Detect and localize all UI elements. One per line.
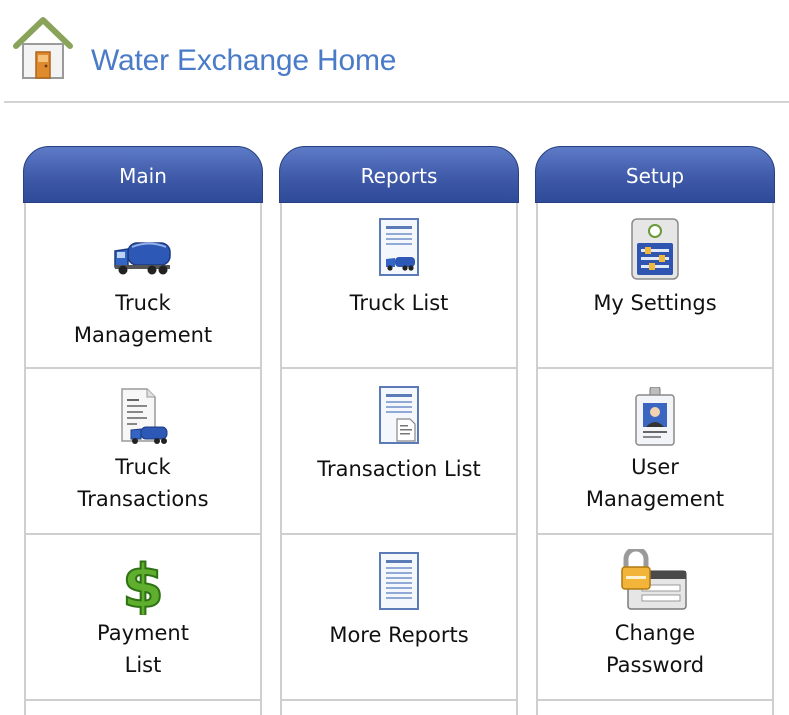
change-password-button[interactable]: Change Password xyxy=(538,535,772,701)
panel-body-reports: Truck List Transaction List More Reports xyxy=(280,203,518,715)
settings-icon xyxy=(629,217,681,285)
change-password-icon xyxy=(620,546,690,617)
truck-transaction-icon xyxy=(117,387,169,449)
report-icon xyxy=(377,551,421,615)
panel-setup: Setup My Settings User Management Change… xyxy=(535,146,775,715)
dollar-icon: $ xyxy=(119,551,167,623)
transaction-list-button[interactable]: Transaction List xyxy=(282,369,516,535)
page-title: Water Exchange Home xyxy=(91,44,397,77)
truck-management-button[interactable]: Truck Management xyxy=(26,203,260,369)
truck-transactions-label: Truck Transactions xyxy=(77,455,209,511)
change-password-label: Change Password xyxy=(605,621,705,677)
truck-management-label: Truck Management xyxy=(73,291,213,347)
my-settings-label: My Settings xyxy=(593,291,717,315)
panel-body-main: Truck Management Truck Transactions $ Pa… xyxy=(24,203,262,715)
panel-header-setup: Setup xyxy=(535,146,775,203)
transaction-list-label: Transaction List xyxy=(317,457,481,481)
home-icon[interactable] xyxy=(10,14,76,82)
payment-list-button[interactable]: $ Payment List xyxy=(26,535,260,701)
truck-list-label: Truck List xyxy=(349,291,449,315)
panel-main: Main Truck Management Truck Transactions… xyxy=(23,146,263,715)
user-management-label: User Management xyxy=(585,455,725,511)
payment-list-label: Payment List xyxy=(97,621,189,677)
user-badge-icon xyxy=(633,386,677,451)
panel-body-setup: My Settings User Management Change Passw… xyxy=(536,203,774,715)
my-settings-button[interactable]: My Settings xyxy=(538,203,772,369)
header-divider xyxy=(4,101,789,103)
truck-transactions-button[interactable]: Truck Transactions xyxy=(26,369,260,535)
user-management-button[interactable]: User Management xyxy=(538,369,772,535)
transaction-list-icon xyxy=(377,385,421,449)
panel-header-reports: Reports xyxy=(279,146,519,203)
more-reports-button[interactable]: More Reports xyxy=(282,535,516,701)
more-reports-label: More Reports xyxy=(329,623,469,647)
svg-text:$: $ xyxy=(122,553,164,615)
truck-icon xyxy=(112,237,174,281)
panel-header-main: Main xyxy=(23,146,263,203)
truck-list-button[interactable]: Truck List xyxy=(282,203,516,369)
panel-reports: Reports Truck List Transaction List More… xyxy=(279,146,519,715)
truck-list-icon xyxy=(377,217,421,281)
page-header: Water Exchange Home xyxy=(0,0,789,103)
